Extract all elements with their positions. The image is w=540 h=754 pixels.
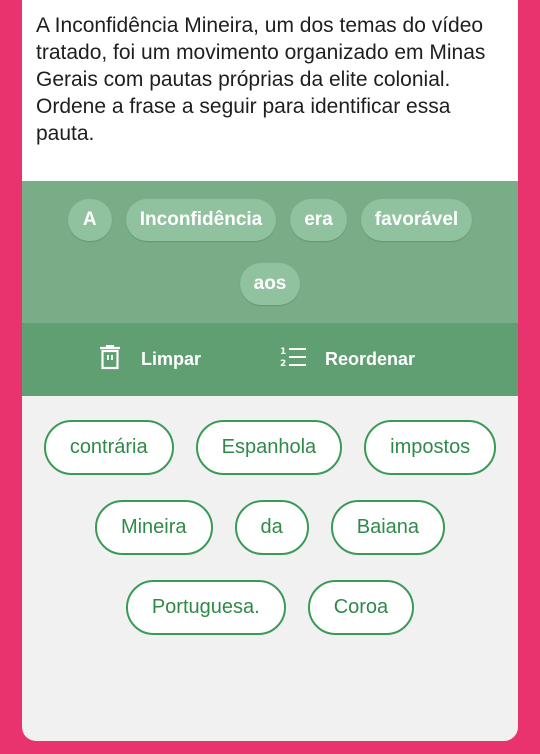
trash-icon bbox=[97, 344, 123, 375]
word-option[interactable]: Baiana bbox=[330, 500, 446, 555]
selected-word-chip[interactable]: Inconfidência bbox=[125, 199, 277, 241]
word-option[interactable]: Espanhola bbox=[195, 420, 343, 475]
clear-button[interactable]: Limpar bbox=[97, 344, 201, 375]
selected-word-chip[interactable]: aos bbox=[239, 263, 301, 305]
word-option[interactable]: Mineira bbox=[94, 500, 213, 555]
word-option[interactable]: impostos bbox=[364, 420, 497, 475]
word-option[interactable]: da bbox=[234, 500, 309, 555]
word-option[interactable]: contrária bbox=[43, 420, 174, 475]
word-bank: contrária Espanhola impostos Mineira da … bbox=[22, 396, 518, 635]
answer-area[interactable]: A Inconfidência era favorável aos bbox=[22, 181, 518, 323]
word-option[interactable]: Coroa bbox=[307, 580, 415, 635]
selected-word-chip[interactable]: era bbox=[290, 199, 347, 241]
reorder-button[interactable]: 1 2 Reordenar bbox=[279, 344, 415, 375]
reorder-label: Reordenar bbox=[325, 349, 416, 369]
answer-toolbar: Limpar 1 2 Reordenar bbox=[22, 323, 518, 396]
selected-word-chip[interactable]: favorável bbox=[360, 199, 473, 241]
question-panel: A Inconfidência Mineira, um dos temas do… bbox=[22, 0, 518, 181]
question-text: A Inconfidência Mineira, um dos temas do… bbox=[36, 14, 486, 145]
word-option[interactable]: Portuguesa. bbox=[125, 580, 286, 635]
selected-word-chip[interactable]: A bbox=[67, 199, 112, 241]
clear-label: Limpar bbox=[141, 349, 202, 369]
svg-text:2: 2 bbox=[280, 359, 286, 369]
exercise-card: A Inconfidência Mineira, um dos temas do… bbox=[22, 0, 518, 741]
svg-text:1: 1 bbox=[280, 347, 286, 357]
numbered-list-icon: 1 2 bbox=[279, 344, 307, 375]
